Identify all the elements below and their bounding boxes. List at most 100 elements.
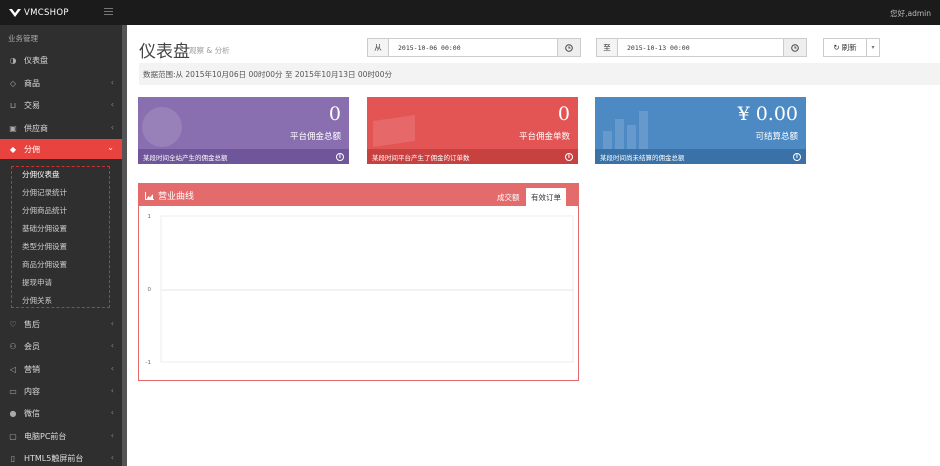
logo-mark-icon: [9, 9, 21, 17]
refresh-icon: ↻: [833, 43, 840, 52]
stat-footer-text: 某段时间全站产生的佣金总额: [143, 153, 228, 162]
submenu-item-records[interactable]: 分佣记录统计: [22, 187, 67, 198]
sidebar-item-label: 售后: [24, 319, 40, 329]
mobile-icon: ▯: [10, 453, 16, 463]
sidebar-item-dashboard[interactable]: ◑ 仪表盘: [0, 51, 122, 69]
date-to-input[interactable]: 2015-10-13 00:00: [618, 39, 783, 56]
submenu-item-basic-settings[interactable]: 基础分佣设置: [22, 223, 67, 234]
area-chart-icon: [145, 191, 154, 200]
sidebar-item-aftersale[interactable]: ♡ 售后 ‹: [0, 315, 122, 333]
y-tick-label: -1: [146, 360, 151, 366]
bullhorn-icon: ◁: [9, 364, 17, 374]
logo[interactable]: VMCSHOP: [8, 6, 69, 19]
sidebar-item-label: 商品: [24, 78, 40, 88]
mug-icon: ▣: [9, 123, 17, 133]
logo-text: VMCSHOP: [24, 7, 69, 18]
sidebar-item-wechat[interactable]: ● 微信 ‹: [0, 404, 122, 422]
refresh-button-group: ↻ 刷新 ▾: [823, 38, 880, 57]
chevron-left-icon: ‹: [110, 408, 114, 417]
sidebar-item-label: 供应商: [24, 123, 48, 133]
page-subtitle: 观察 & 分析: [189, 46, 230, 55]
menu-toggle-icon[interactable]: [104, 8, 113, 16]
dashboard-icon: ◑: [9, 55, 17, 65]
chevron-left-icon: ‹: [110, 100, 114, 109]
user-greeting[interactable]: 您好,admin: [890, 8, 931, 19]
sidebar-item-pc-front[interactable]: ▢ 电脑PC前台 ‹: [0, 427, 122, 445]
data-range-text: 数据范围:从 2015年10月06日 00时00分 至 2015年10月13日 …: [143, 69, 392, 79]
sidebar-item-goods[interactable]: ◇ 商品 ‹: [0, 74, 122, 92]
submenu-item-dashboard[interactable]: 分佣仪表盘: [22, 169, 60, 180]
clock-icon[interactable]: [783, 39, 806, 56]
sales-chart-title: 营业曲线: [145, 189, 194, 202]
folder-icon: ▭: [9, 386, 17, 396]
stat-footer: 某段时间平台产生了佣金的订单数: [367, 149, 578, 164]
date-from-input[interactable]: 2015-10-06 00:00: [389, 39, 557, 56]
cart-icon: ⊔: [9, 100, 17, 110]
page-title: 仪表盘: [139, 42, 190, 62]
submenu-item-goods-stats[interactable]: 分佣商品统计: [22, 205, 67, 216]
sidebar-item-trade[interactable]: ⊔ 交易 ‹: [0, 96, 122, 114]
sales-chart-panel: 营业曲线 成交额 有效订单 1 0 -1: [138, 183, 579, 381]
stat-value: ¥ 0.00: [737, 103, 798, 125]
cart-icon: [373, 115, 415, 147]
diamond-icon: ◇: [9, 78, 17, 88]
sidebar-item-label: 微信: [24, 408, 40, 418]
info-icon[interactable]: i: [336, 153, 344, 161]
submenu-item-goods-settings[interactable]: 商品分佣设置: [22, 259, 67, 270]
chevron-left-icon: ‹: [110, 78, 114, 87]
sales-line-chart: 1 0 -1: [146, 214, 574, 366]
sidebar-item-label: HTML5触屏前台: [24, 453, 84, 463]
sidebar-item-supplier[interactable]: ▣ 供应商 ‹: [0, 119, 122, 137]
sidebar-item-member[interactable]: ⚇ 会员 ‹: [0, 337, 122, 355]
stat-footer-text: 某段时间尚未结算的佣金总额: [600, 153, 685, 162]
chevron-down-icon: ▾: [871, 44, 875, 51]
sidebar-item-label: 营销: [24, 364, 40, 374]
sidebar-item-label: 仪表盘: [24, 55, 48, 65]
info-icon[interactable]: i: [565, 153, 573, 161]
plot-area: [160, 215, 574, 363]
chevron-left-icon: ‹: [110, 123, 114, 132]
chevron-left-icon: ‹: [110, 453, 114, 462]
sidebar-section-title: 业务管理: [8, 34, 38, 43]
sidebar-item-h5-front[interactable]: ▯ HTML5触屏前台 ‹: [0, 449, 122, 466]
info-icon[interactable]: i: [793, 153, 801, 161]
refresh-dropdown-toggle[interactable]: ▾: [866, 39, 879, 56]
refresh-button[interactable]: ↻ 刷新: [824, 39, 866, 56]
stat-card-commission-orders: 0 平台佣金单数 某段时间平台产生了佣金的订单数 i: [367, 97, 578, 164]
stat-label: 可结算总额: [755, 132, 798, 142]
sidebar-scrollbar[interactable]: [122, 25, 127, 466]
sidebar-item-commission[interactable]: ◆ 分佣 ⌄: [0, 139, 122, 159]
stat-card-settleable-total: ¥ 0.00 可结算总额 某段时间尚未结算的佣金总额 i: [595, 97, 806, 164]
sidebar-item-label: 内容: [24, 386, 40, 396]
date-from-label: 从: [368, 39, 389, 56]
stat-label: 平台佣金总额: [289, 132, 341, 142]
stat-footer-text: 某段时间平台产生了佣金的订单数: [372, 153, 470, 162]
top-navbar: VMCSHOP 您好,admin: [0, 0, 940, 25]
heart-icon: ♡: [9, 319, 17, 329]
chevron-left-icon: ‹: [110, 319, 114, 328]
refresh-label: 刷新: [841, 43, 857, 52]
sidebar-item-content[interactable]: ▭ 内容 ‹: [0, 382, 122, 400]
submenu-item-relations[interactable]: 分佣关系: [22, 295, 52, 306]
user-icon: ⚇: [9, 341, 17, 351]
y-tick-label: 0: [148, 287, 152, 293]
stat-footer: 某段时间尚未结算的佣金总额: [595, 149, 806, 164]
submenu-item-type-settings[interactable]: 类型分佣设置: [22, 241, 67, 252]
date-to-group: 至 2015-10-13 00:00: [596, 38, 807, 57]
clock-icon[interactable]: [557, 39, 580, 56]
stat-footer: 某段时间全站产生的佣金总额: [138, 149, 349, 164]
sales-chart-header: 营业曲线 成交额 有效订单: [139, 184, 578, 206]
submenu-item-withdraw[interactable]: 提现申请: [22, 277, 52, 288]
chevron-left-icon: ‹: [110, 341, 114, 350]
sidebar-item-label: 会员: [24, 341, 40, 351]
data-range-bar: 数据范围:从 2015年10月06日 00时00分 至 2015年10月13日 …: [139, 63, 940, 85]
stat-label: 平台佣金单数: [518, 132, 570, 142]
sidebar-item-marketing[interactable]: ◁ 营销 ‹: [0, 360, 122, 378]
date-from-group: 从 2015-10-06 00:00: [367, 38, 581, 57]
chevron-down-icon: ⌄: [107, 143, 114, 152]
tab-valid-orders[interactable]: 有效订单: [526, 188, 566, 206]
chevron-left-icon: ‹: [110, 364, 114, 373]
stat-value: 0: [557, 103, 570, 125]
sidebar-item-label: 交易: [24, 100, 40, 110]
tab-turnover[interactable]: 成交额: [492, 188, 525, 206]
